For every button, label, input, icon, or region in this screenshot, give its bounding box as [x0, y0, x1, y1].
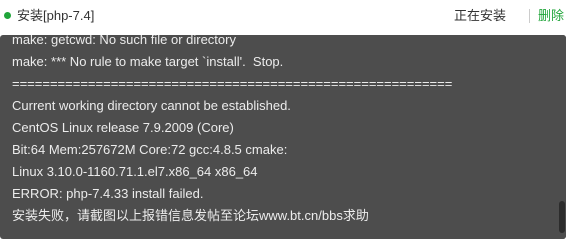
- install-log-console[interactable]: make: getcwd: No such file or directory …: [0, 35, 566, 239]
- console-line: CentOS Linux release 7.9.2009 (Core): [12, 120, 234, 135]
- console-line: Linux 3.10.0-1160.71.1.el7.x86_64 x86_64: [12, 164, 258, 179]
- console-line: 安装失败，请截图以上报错信息发帖至论坛www.bt.cn/bbs求助: [12, 208, 369, 223]
- task-header: 安装[php-7.4] 正在安装 删除: [0, 0, 573, 34]
- task-title: 安装[php-7.4]: [17, 8, 95, 23]
- header-divider: [529, 9, 530, 23]
- console-line: make: *** No rule to make target `instal…: [12, 54, 284, 69]
- console-line: make: getcwd: No such file or directory: [12, 35, 236, 47]
- console-line: Bit:64 Mem:257672M Core:72 gcc:4.8.5 cma…: [12, 142, 288, 157]
- console-log-lines: make: getcwd: No such file or directory …: [12, 35, 552, 227]
- console-line: Current working directory cannot be esta…: [12, 98, 291, 113]
- task-status-text: 正在安装: [454, 8, 507, 23]
- delete-link[interactable]: 删除: [538, 8, 564, 24]
- console-scrollbar-thumb[interactable]: [559, 201, 565, 233]
- status-dot-icon: [4, 12, 11, 19]
- bottom-spacer: [0, 239, 573, 249]
- console-line: ERROR: php-7.4.33 install failed.: [12, 186, 204, 201]
- console-line: ========================================…: [12, 76, 453, 91]
- console-scrollbar[interactable]: [558, 35, 566, 239]
